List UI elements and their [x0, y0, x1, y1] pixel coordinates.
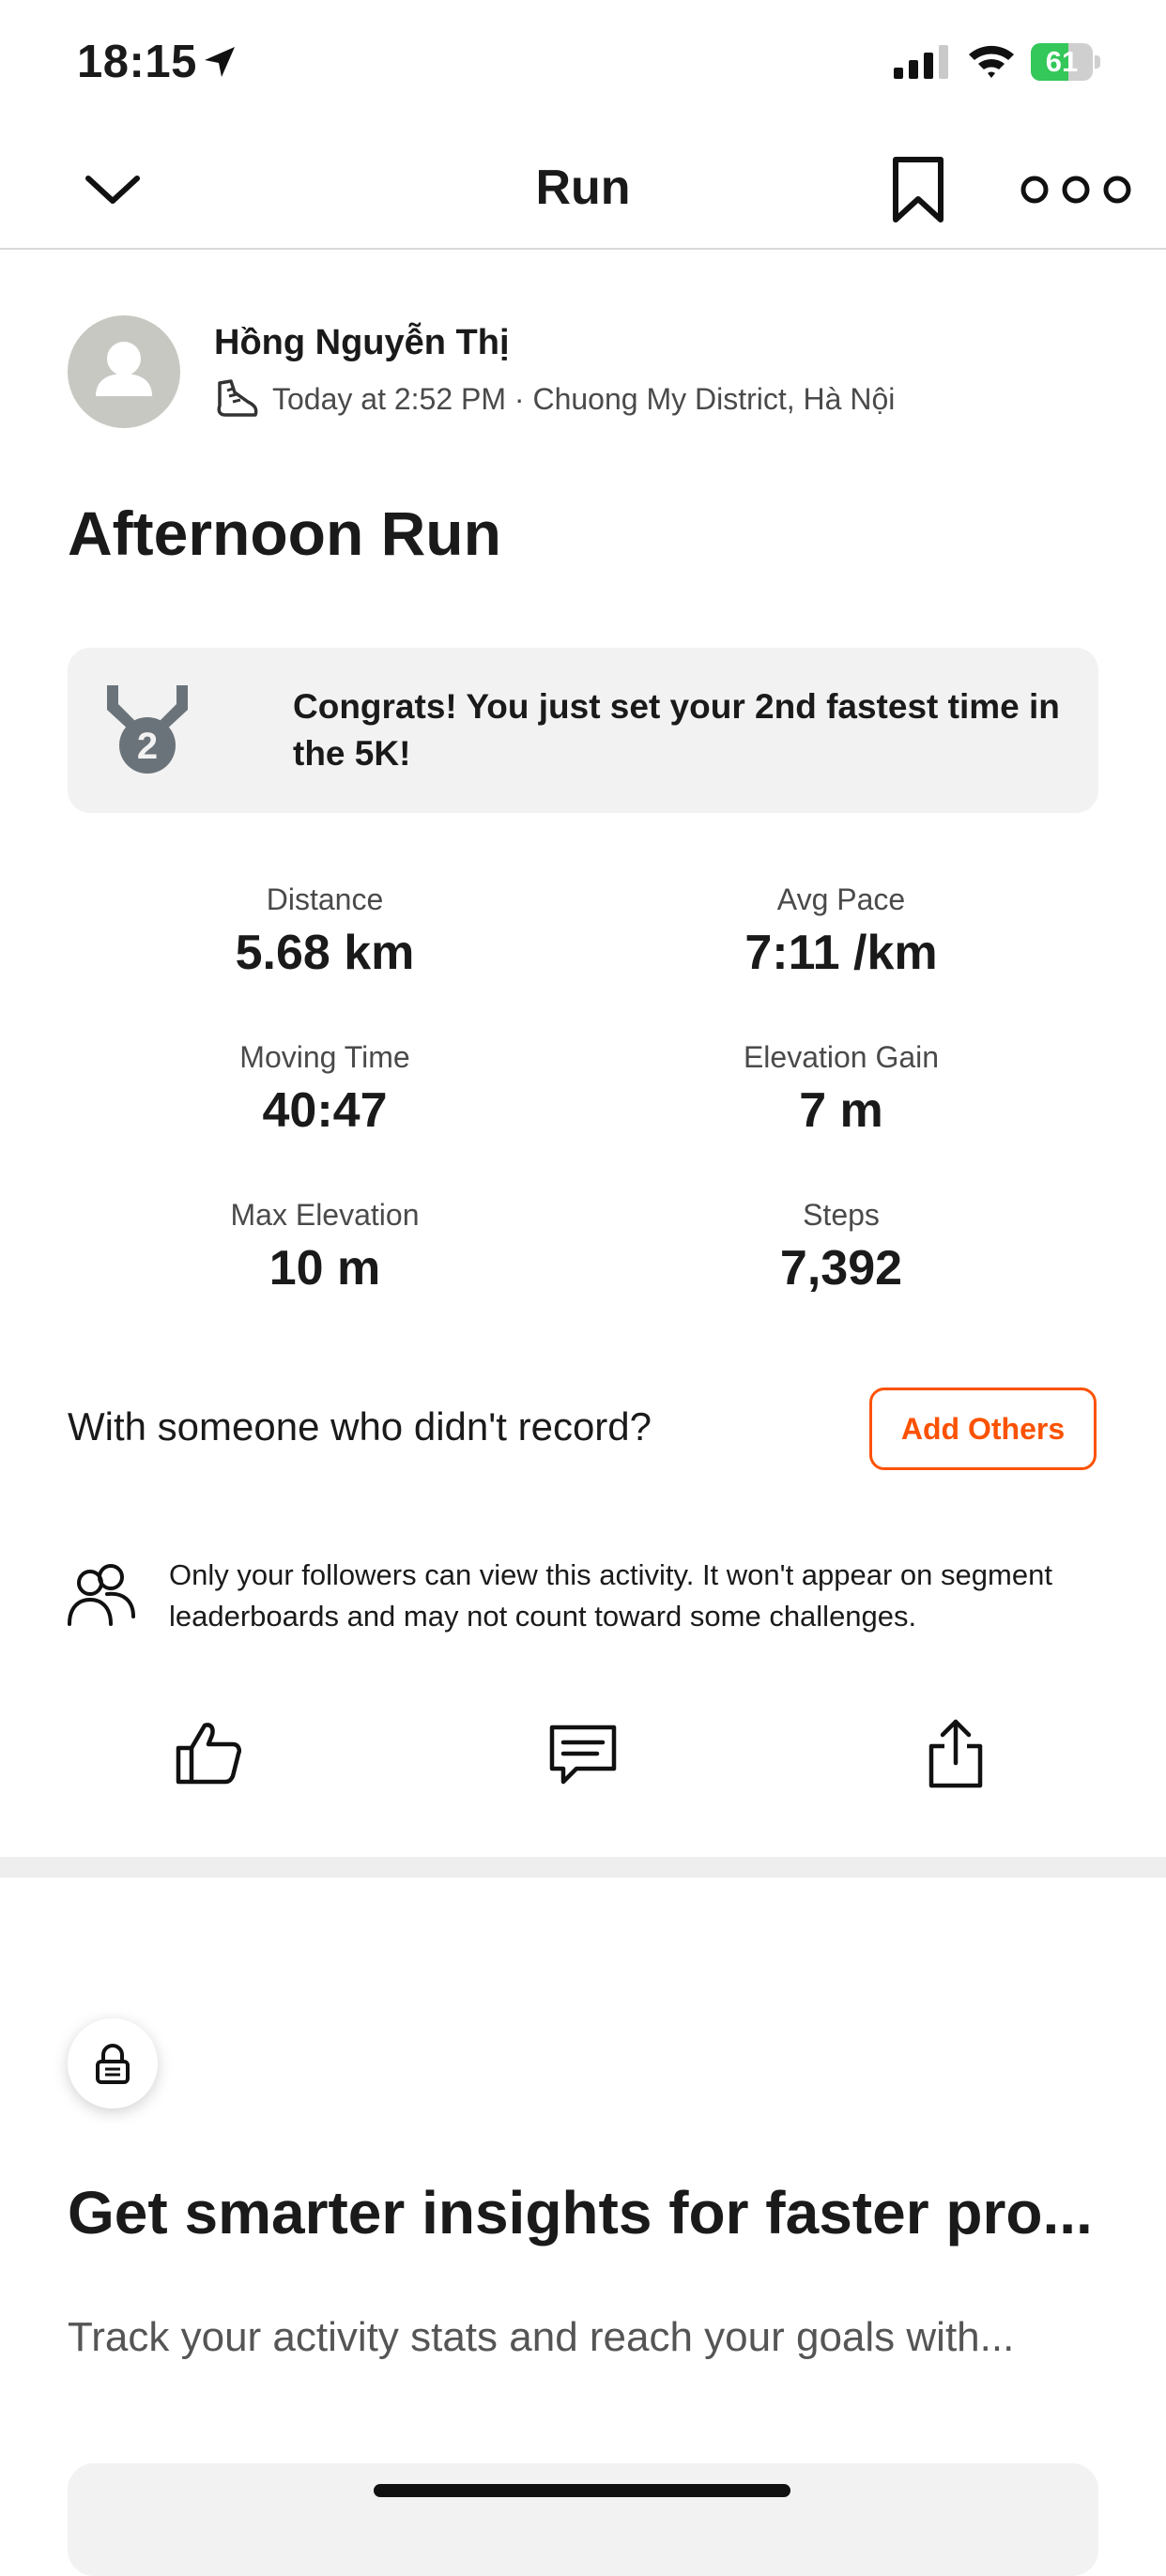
lock-icon — [96, 2044, 130, 2084]
comment-icon[interactable] — [548, 1724, 618, 1787]
activity-meta: Today at 2:52 PM · Chuong My District, H… — [214, 377, 895, 421]
stat-value: 7 m — [799, 1083, 883, 1138]
status-time: 18:15 — [77, 37, 197, 87]
shoe-icon — [217, 379, 258, 417]
stat-value: 10 m — [268, 1241, 381, 1296]
stat-label: Moving Time — [239, 1040, 410, 1074]
stat-elevation-gain: Elevation Gain 7 m — [578, 1040, 1104, 1139]
stat-max-elevation: Max Elevation 10 m — [62, 1198, 588, 1296]
lock-badge — [68, 2018, 158, 2108]
medal-rank: 2 — [137, 726, 158, 767]
stat-label: Max Elevation — [230, 1198, 420, 1232]
location-arrow-icon — [205, 47, 235, 77]
home-indicator — [374, 2484, 790, 2497]
promo-subtitle: Track your activity stats and reach your… — [68, 2314, 1015, 2360]
stat-value: 7,392 — [779, 1241, 903, 1296]
thumbs-up-icon[interactable] — [175, 1720, 242, 1786]
stat-label: Avg Pace — [776, 882, 906, 916]
battery-percent: 61 — [1045, 45, 1079, 78]
promo-card[interactable] — [68, 2463, 1098, 2576]
stat-value: 5.68 km — [235, 926, 415, 980]
share-icon[interactable] — [926, 1718, 986, 1789]
achievement-text: Congrats! You just set your 2nd fastest … — [293, 687, 1060, 773]
stat-moving-time: Moving Time 40:47 — [62, 1040, 588, 1139]
stat-avg-pace: Avg Pace 7:11 /km — [578, 882, 1104, 981]
signal-icon — [894, 45, 948, 79]
stat-distance: Distance 5.68 km — [62, 882, 588, 981]
achievement-card[interactable]: 2 Congrats! You just set your 2nd fastes… — [68, 648, 1098, 813]
nav-bar: Run — [0, 131, 1166, 250]
more-icon[interactable] — [1018, 173, 1134, 207]
wifi-icon — [969, 45, 1014, 78]
bookmark-icon[interactable] — [890, 156, 946, 223]
stat-label: Elevation Gain — [743, 1040, 940, 1074]
athlete-name[interactable]: Hồng Nguyễn Thị — [214, 323, 510, 363]
activity-meta-text: Today at 2:52 PM · Chuong My District, H… — [272, 381, 896, 416]
privacy-notice: Only your followers can view this activi… — [169, 1558, 1052, 1633]
activity-title: Afternoon Run — [68, 498, 501, 568]
user-placeholder-icon — [96, 342, 152, 396]
stat-label: Steps — [803, 1198, 880, 1232]
medal-icon: 2 — [107, 685, 188, 774]
stat-value: 40:47 — [262, 1083, 388, 1138]
group-prompt: With someone who didn't record? — [68, 1404, 652, 1449]
avatar[interactable] — [68, 315, 180, 428]
section-divider — [0, 1857, 1166, 1878]
add-others-button[interactable]: Add Others — [869, 1388, 1097, 1470]
battery-indicator: 61 — [1031, 43, 1100, 81]
stat-steps: Steps 7,392 — [578, 1198, 1104, 1296]
stat-label: Distance — [266, 882, 384, 916]
stat-value: 7:11 /km — [744, 926, 938, 980]
followers-icon — [68, 1564, 135, 1626]
page-title: Run — [535, 161, 631, 215]
promo-title: Get smarter insights for faster pro... — [68, 2179, 1093, 2246]
